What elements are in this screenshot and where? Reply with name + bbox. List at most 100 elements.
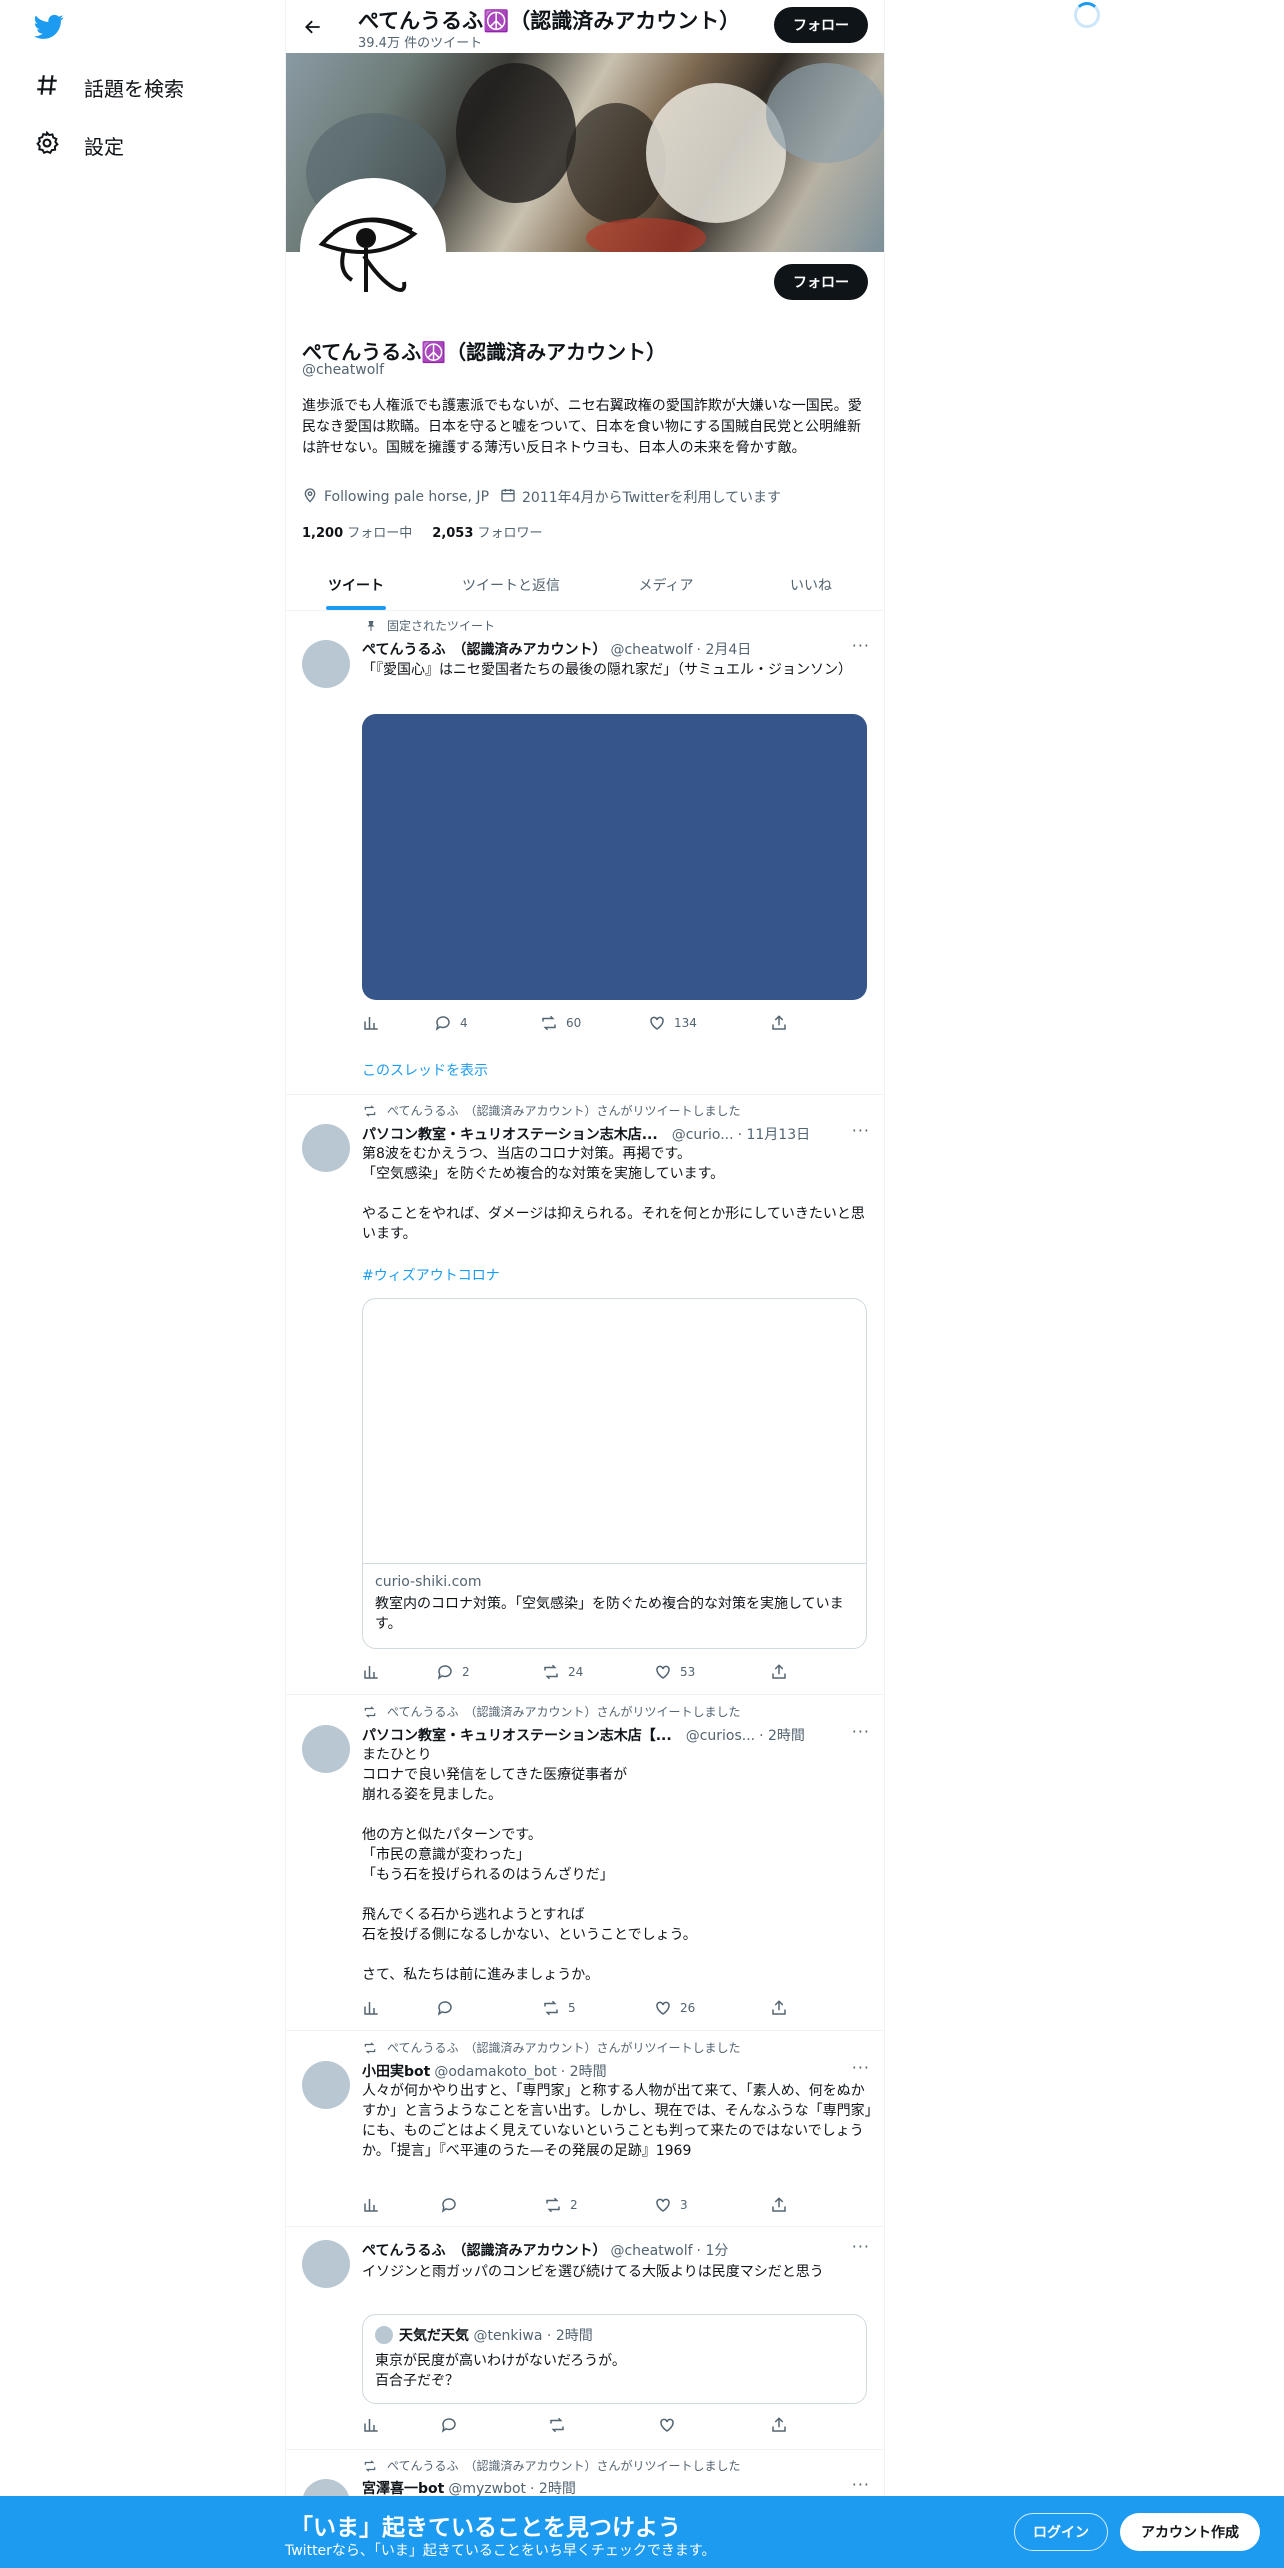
hashtag-link[interactable]: #ウィズアウトコロナ [362, 1265, 500, 1285]
tweet-author-handle[interactable]: @cheatwolf [610, 642, 692, 658]
tweet-author-handle[interactable]: @curios... [686, 1728, 755, 1744]
avatar[interactable] [302, 2061, 350, 2109]
retweet-button[interactable]: 2 [544, 2196, 578, 2214]
retweet-button[interactable]: 24 [542, 1663, 583, 1681]
tweet-actions: 5 26 [362, 1999, 792, 2019]
like-button[interactable]: 26 [654, 1999, 695, 2017]
tweet-author-name[interactable]: パソコン教室・キュリオステーション志木店... [362, 1124, 658, 1144]
tweet-author-handle[interactable]: @myzwbot [448, 2481, 526, 2497]
context-text[interactable]: ぺてんうるふ （認識済みアカウント）さんがリツイートしました [387, 2039, 741, 2056]
tweet-author-handle[interactable]: @cheatwolf [610, 2243, 692, 2259]
share-icon[interactable] [770, 2196, 788, 2214]
following-link[interactable]: 1,200 フォロー中 [302, 522, 412, 541]
divider [286, 2449, 884, 2450]
reply-button[interactable] [440, 2416, 466, 2434]
analytics-icon[interactable] [362, 2416, 380, 2434]
avatar[interactable] [302, 1725, 350, 1773]
tweet-author-name[interactable]: ぺてんうるふ （認識済みアカウント） [362, 2240, 606, 2260]
main-column: ぺてんうるふ☮️（認識済みアカウント） 39.4万 件のツイート フォロー フォ… [285, 0, 885, 2568]
context-text[interactable]: ぺてんうるふ （認識済みアカウント）さんがリツイートしました [387, 1102, 741, 1119]
more-options-icon[interactable]: ··· [852, 2475, 870, 2494]
tab-tweets[interactable]: ツイート [286, 558, 426, 611]
tweet-author-name[interactable]: ぺてんうるふ （認識済みアカウント） [362, 639, 606, 659]
avatar[interactable] [302, 1124, 350, 1172]
like-button[interactable]: 3 [654, 2196, 688, 2214]
profile-tabs: ツイート ツイートと返信 メディア いいね [286, 558, 884, 611]
avatar[interactable] [302, 640, 350, 688]
like-button[interactable] [658, 2416, 684, 2434]
quoted-tweet[interactable]: 天気だ天気 @tenkiwa · 2時間 東京が民度が高いわけがないだろうが。 … [362, 2314, 867, 2404]
heart-icon [660, 2418, 674, 2432]
reply-button[interactable]: 4 [434, 1014, 468, 1032]
more-options-icon[interactable]: ··· [852, 636, 870, 655]
tweet-author-name[interactable]: 小田実bot [362, 2061, 430, 2081]
reply-button[interactable] [436, 1999, 462, 2017]
retweet-button[interactable]: 60 [540, 1014, 581, 1032]
tweet-actions: 2 3 [362, 2196, 792, 2216]
retweet-button[interactable] [548, 2416, 574, 2434]
show-thread-link[interactable]: このスレッドを表示 [362, 1060, 488, 1080]
like-button[interactable]: 53 [654, 1663, 695, 1681]
tweet-text: 第8波をむかえうつ、当店のコロナ対策。再掲です。 「空気感染」を防ぐため複合的な… [362, 1146, 865, 1242]
profile-name: ぺてんうるふ☮️（認識済みアカウント） [302, 340, 667, 364]
signup-button[interactable]: アカウント作成 [1120, 2513, 1260, 2551]
twitter-bird-icon[interactable] [34, 14, 64, 44]
context-text[interactable]: ぺてんうるふ （認識済みアカウント）さんがリツイートしました [387, 1703, 741, 1720]
profile-avatar[interactable] [300, 178, 446, 324]
avatar[interactable] [302, 2240, 350, 2288]
heart-icon [650, 1016, 664, 1030]
like-button[interactable]: 134 [648, 1014, 697, 1032]
analytics-icon[interactable] [362, 1014, 380, 1032]
nav-item-settings[interactable]: 設定 [34, 130, 124, 161]
login-button[interactable]: ログイン [1014, 2513, 1108, 2551]
reply-count: 4 [460, 1016, 468, 1030]
tab-tweets-and-replies[interactable]: ツイートと返信 [426, 558, 596, 611]
tab-media[interactable]: メディア [596, 558, 736, 611]
analytics-icon[interactable] [362, 1999, 380, 2017]
retweet-icon [361, 1104, 377, 1118]
tweet-author-name[interactable]: パソコン教室・キュリオステーション志木店【... [362, 1725, 672, 1745]
retweet-icon [361, 2041, 377, 2055]
quote-text: 東京が民度が高いわけがないだろうが。 百合子だぞ？ [375, 2353, 626, 2389]
tweet-time[interactable]: · 2時間 [561, 2061, 607, 2081]
tweet-time[interactable]: · 2時間 [530, 2478, 576, 2498]
heart-icon [656, 1665, 670, 1679]
tweet-media[interactable] [362, 714, 867, 1000]
nav-item-explore[interactable]: 話題を検索 [34, 72, 184, 103]
retweet-icon [546, 2197, 560, 2213]
tweet-time[interactable]: · 11月13日 [738, 1124, 811, 1144]
retweet-button[interactable]: 5 [542, 1999, 576, 2017]
more-options-icon[interactable]: ··· [852, 1722, 870, 1741]
tweet-actions: 2 24 53 [362, 1663, 792, 1683]
tweet-actions: 4 60 134 [362, 1014, 792, 1034]
analytics-icon[interactable] [362, 2196, 380, 2214]
tweet-time[interactable]: · 2月4日 [697, 639, 752, 659]
share-icon[interactable] [770, 1014, 788, 1032]
more-options-icon[interactable]: ··· [852, 1121, 870, 1140]
profile-joined: 2011年4月からTwitterを利用しています [500, 487, 781, 507]
tweet-time[interactable]: · 2時間 [759, 1725, 805, 1745]
link-card[interactable]: curio-shiki.com 教室内のコロナ対策。「空気感染」を防ぐため複合的… [362, 1298, 867, 1649]
share-icon[interactable] [770, 2416, 788, 2434]
more-options-icon[interactable]: ··· [852, 2058, 870, 2077]
bottom-bar-subtitle: Twitterなら、「いま」起きていることをいち早くチェックできます。 [285, 2543, 716, 2559]
quote-author-handle: @tenkiwa [473, 2328, 543, 2344]
tweet-time[interactable]: · 1分 [697, 2240, 729, 2260]
tab-likes[interactable]: いいね [736, 558, 884, 611]
context-text[interactable]: ぺてんうるふ （認識済みアカウント）さんがリツイートしました [387, 2457, 741, 2474]
tweet-author-handle[interactable]: @curio... [672, 1127, 734, 1143]
heart-icon [656, 2001, 670, 2015]
tweet-author-name[interactable]: 宮澤喜一bot [362, 2478, 444, 2498]
profile-follow-button[interactable]: フォロー [774, 264, 868, 300]
back-arrow-icon[interactable] [298, 12, 328, 42]
following-count: 1,200 [302, 526, 344, 541]
followers-link[interactable]: 2,053 フォロワー [432, 522, 542, 541]
header-follow-button[interactable]: フォロー [774, 7, 868, 43]
more-options-icon[interactable]: ··· [852, 2237, 870, 2256]
share-icon[interactable] [770, 1663, 788, 1681]
reply-button[interactable]: 2 [436, 1663, 470, 1681]
share-icon[interactable] [770, 1999, 788, 2017]
analytics-icon[interactable] [362, 1663, 380, 1681]
tweet-author-handle[interactable]: @odamakoto_bot [434, 2064, 556, 2080]
reply-button[interactable] [440, 2196, 466, 2214]
